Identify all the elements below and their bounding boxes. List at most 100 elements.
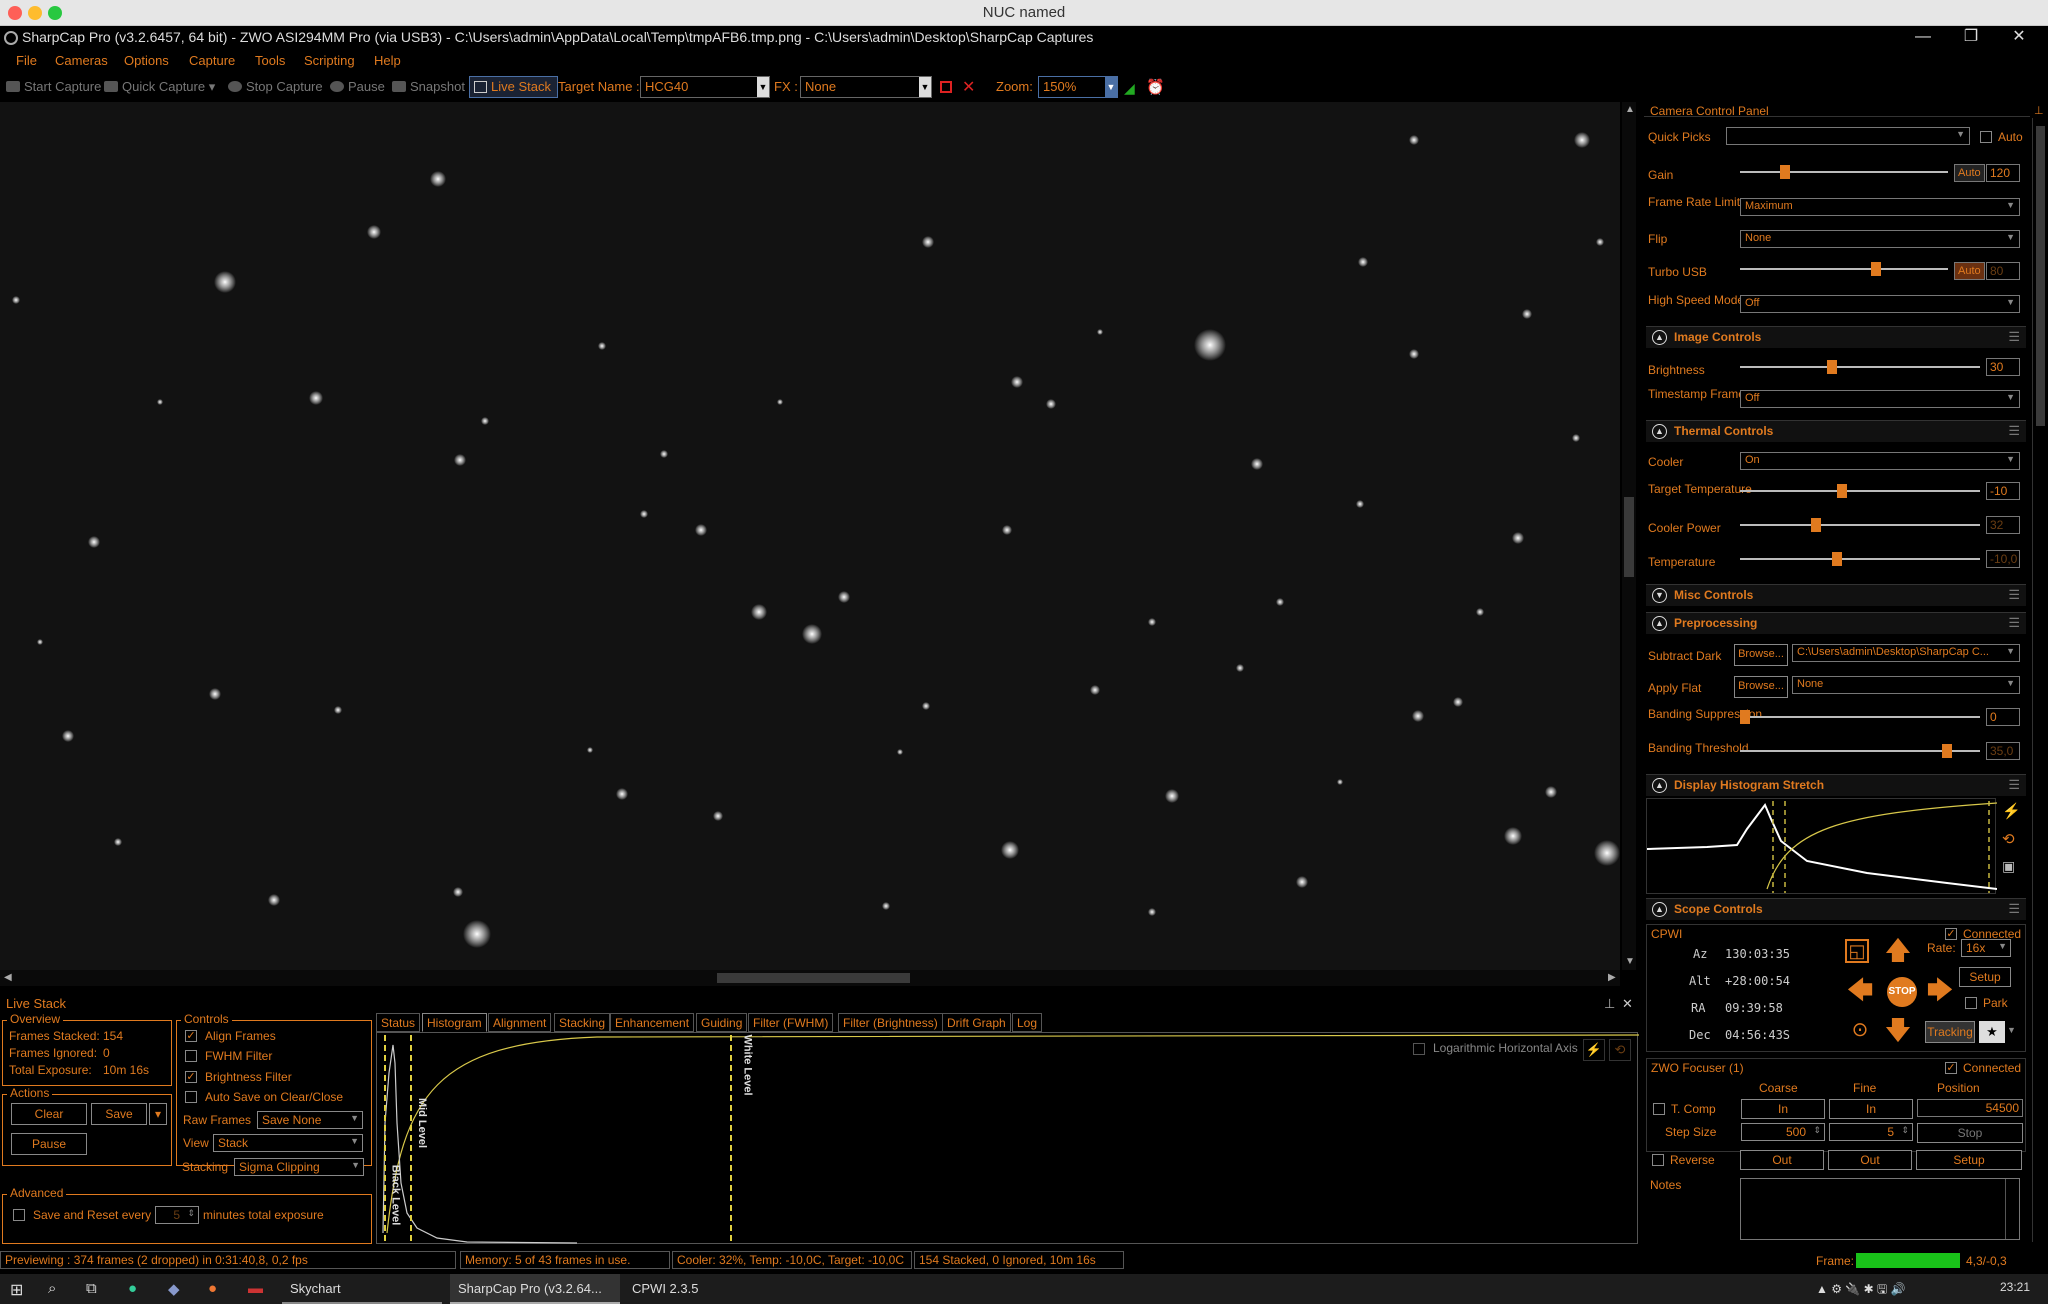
stretch-auto-icon[interactable]: ⚡ xyxy=(2002,802,2021,820)
rate-select[interactable]: 16x ▼ xyxy=(1961,939,2011,957)
stacking-select[interactable]: Sigma Clipping ▼ xyxy=(234,1158,364,1176)
subtract-dark-select[interactable]: C:\Users\admin\Desktop\SharpCap C... ▼ xyxy=(1792,644,2020,662)
fine-step-input[interactable]: 5 ⇕ xyxy=(1829,1123,1913,1141)
slider-handle[interactable] xyxy=(1942,744,1952,758)
close-button[interactable]: ✕ xyxy=(1996,26,2042,50)
clear-button[interactable]: Clear xyxy=(11,1103,87,1125)
task-view-icon[interactable]: ⧉ xyxy=(86,1280,97,1297)
scroll-left-icon[interactable]: ◀ xyxy=(4,972,12,983)
turbo-usb-slider[interactable] xyxy=(1740,262,1948,276)
select-area-icon[interactable] xyxy=(940,81,952,93)
tab-filter-brightness[interactable]: Filter (Brightness) xyxy=(838,1013,943,1032)
save-button[interactable]: Save xyxy=(91,1103,147,1125)
mid-level-marker[interactable]: Mid Level xyxy=(416,1098,428,1148)
slider-handle[interactable] xyxy=(1740,710,1750,724)
turbo-usb-auto-button[interactable]: Auto xyxy=(1954,262,1985,280)
auto-stretch-icon[interactable]: ⚡ xyxy=(1583,1039,1605,1061)
menu-icon[interactable]: ☰ xyxy=(2008,615,2020,631)
scroll-up-icon[interactable]: ▲ xyxy=(1625,104,1635,115)
star-icon[interactable]: ★ xyxy=(1979,1021,2005,1043)
slider-handle[interactable] xyxy=(1837,484,1847,498)
stop-capture-button[interactable]: Stop Capture xyxy=(228,79,323,94)
focuser-connected-checkbox[interactable]: ✓ xyxy=(1945,1062,1957,1074)
subtract-dark-browse-button[interactable]: Browse... xyxy=(1734,644,1788,666)
reverse-checkbox[interactable] xyxy=(1652,1154,1664,1166)
coarse-step-input[interactable]: 500 ⇕ xyxy=(1741,1123,1825,1141)
focuser-stop-button[interactable]: Stop xyxy=(1917,1123,2023,1143)
scroll-thumb[interactable] xyxy=(1624,497,1634,577)
banding-suppression-value[interactable]: 0 xyxy=(1986,708,2020,726)
goto-icon[interactable]: ◱ xyxy=(1845,939,1869,963)
view-select[interactable]: Stack ▼ xyxy=(213,1134,363,1152)
menu-scripting[interactable]: Scripting xyxy=(304,53,355,68)
tab-log[interactable]: Log xyxy=(1012,1013,1043,1032)
notes-textarea[interactable] xyxy=(1740,1178,2020,1240)
pin-icon[interactable]: ⊥ xyxy=(1604,996,1615,1012)
slider-handle[interactable] xyxy=(1780,165,1790,179)
scroll-right-icon[interactable]: ▶ xyxy=(1608,972,1616,983)
gain-value[interactable]: 120 xyxy=(1986,164,2020,182)
banding-suppression-slider[interactable] xyxy=(1740,710,1980,724)
scroll-thumb[interactable] xyxy=(717,973,910,983)
tab-filter-fwhm[interactable]: Filter (FWHM) xyxy=(748,1013,834,1032)
coarse-in-button[interactable]: In xyxy=(1741,1099,1825,1119)
tracking-button[interactable]: Tracking xyxy=(1925,1021,1975,1043)
chevron-down-icon[interactable]: ▼ xyxy=(919,77,931,97)
menu-icon[interactable]: ☰ xyxy=(2008,423,2020,439)
menu-icon[interactable]: ☰ xyxy=(2008,587,2020,603)
brightness-slider[interactable] xyxy=(1740,360,1980,374)
histogram-icon[interactable]: ◢ xyxy=(1124,80,1135,97)
slider-handle[interactable] xyxy=(1827,360,1837,374)
frame-rate-select[interactable]: Maximum ▼ xyxy=(1740,198,2020,216)
tab-stacking[interactable]: Stacking xyxy=(554,1013,611,1032)
high-speed-select[interactable]: Off ▼ xyxy=(1740,295,2020,313)
menu-icon[interactable]: ☰ xyxy=(2008,329,2020,345)
east-arrow-button[interactable]: 🡆 xyxy=(1925,977,1955,1005)
save-reset-interval-input[interactable]: 5 ⇕ xyxy=(155,1206,199,1224)
stretch-save-icon[interactable]: ▣ xyxy=(2002,858,2015,875)
scroll-thumb[interactable] xyxy=(2036,126,2045,426)
histogram-stretch-header[interactable]: ▲ Display Histogram Stretch ☰ xyxy=(1646,774,2026,796)
tab-histogram[interactable]: Histogram xyxy=(422,1013,487,1032)
preprocessing-header[interactable]: ▲ Preprocessing ☰ xyxy=(1646,612,2026,634)
menu-help[interactable]: Help xyxy=(374,53,401,68)
viewer-vertical-scrollbar[interactable]: ▲ ▼ xyxy=(1622,102,1636,970)
menu-tools[interactable]: Tools xyxy=(255,53,285,68)
menu-icon[interactable]: ☰ xyxy=(2008,777,2020,793)
coarse-out-button[interactable]: Out xyxy=(1740,1150,1824,1170)
banding-threshold-value[interactable]: 35,0 xyxy=(1986,742,2020,760)
app-icon[interactable]: ◆ xyxy=(168,1280,180,1298)
target-name-input[interactable]: HCG40 ▼ xyxy=(640,76,770,98)
menu-options[interactable]: Options xyxy=(124,53,169,68)
misc-controls-header[interactable]: ▼ Misc Controls ☰ xyxy=(1646,584,2026,606)
spin-icon[interactable]: ⇕ xyxy=(1901,1125,1909,1136)
tab-guiding[interactable]: Guiding xyxy=(696,1013,748,1032)
image-controls-header[interactable]: ▲ Image Controls ☰ xyxy=(1646,326,2026,348)
scope-controls-header[interactable]: ▲ Scope Controls ☰ xyxy=(1646,898,2026,920)
gain-auto-button[interactable]: Auto xyxy=(1954,164,1985,182)
chevron-down-icon[interactable]: ▼ xyxy=(1105,77,1117,97)
ccp-scrollbar[interactable] xyxy=(2032,118,2046,1242)
live-stack-button[interactable]: Live Stack xyxy=(469,76,558,98)
white-level-marker[interactable]: White Level xyxy=(742,1034,754,1095)
taskbar-skychart[interactable]: Skychart xyxy=(282,1274,442,1304)
fine-out-button[interactable]: Out xyxy=(1828,1150,1912,1170)
quick-picks-auto-checkbox[interactable] xyxy=(1980,131,1992,143)
spin-icon[interactable]: ⇕ xyxy=(187,1208,195,1219)
quick-picks-select[interactable]: ▼ xyxy=(1726,127,1970,145)
south-arrow-button[interactable]: 🡇 xyxy=(1883,1017,1913,1045)
tab-status[interactable]: Status xyxy=(376,1013,421,1032)
menu-capture[interactable]: Capture xyxy=(189,53,235,68)
histogram-plot[interactable]: Black Level Mid Level White Level Logari… xyxy=(376,1032,1639,1244)
reset-stretch-icon[interactable]: ⟲ xyxy=(1609,1039,1631,1061)
flip-select[interactable]: None ▼ xyxy=(1740,230,2020,248)
pause-stack-button[interactable]: Pause xyxy=(11,1133,87,1155)
chevron-down-icon[interactable]: ▼ xyxy=(757,77,769,97)
stop-mount-button[interactable]: STOP xyxy=(1887,977,1917,1007)
alarm-icon[interactable]: ⏰ xyxy=(1146,78,1165,96)
taskbar-cpwi[interactable]: CPWI 2.3.5 xyxy=(624,1274,724,1304)
auto-save-checkbox[interactable] xyxy=(185,1091,197,1103)
start-capture-button[interactable]: Start Capture xyxy=(6,79,101,94)
clear-selection-icon[interactable]: ✕ xyxy=(962,77,975,97)
ccp-pin-icon[interactable]: ⊥ xyxy=(2034,104,2044,117)
